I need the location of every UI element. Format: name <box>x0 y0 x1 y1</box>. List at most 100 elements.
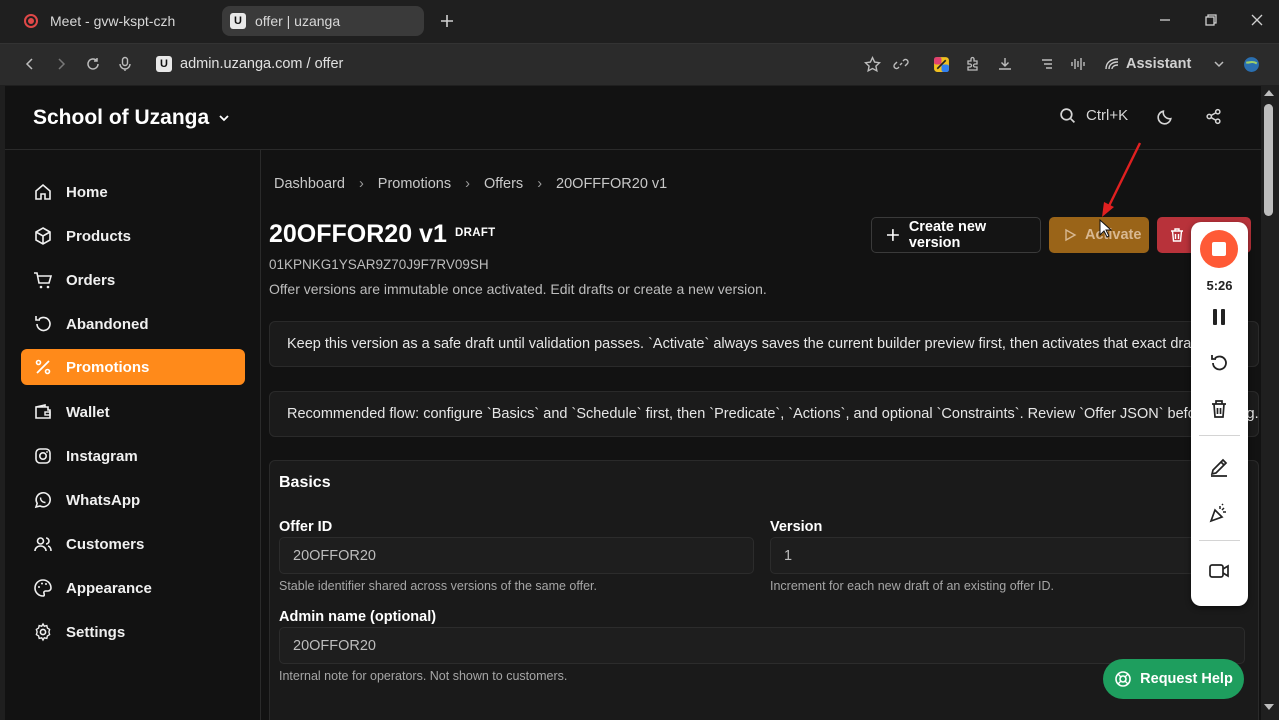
offer-key: 01KPNKG1YSAR9Z70J9F7RV09SH <box>269 257 489 272</box>
offer-id-label: Offer ID <box>279 519 333 535</box>
create-new-version-button[interactable]: Create new version <box>871 217 1041 253</box>
divider <box>1199 435 1240 436</box>
site-favicon-icon: U <box>156 56 172 72</box>
assistant-button[interactable]: Assistant <box>1104 56 1191 72</box>
divider <box>1199 540 1240 541</box>
chevron-right-icon: › <box>358 176 364 192</box>
stop-recording-button[interactable] <box>1200 230 1238 268</box>
sidebar-item-settings[interactable]: Settings <box>21 614 245 650</box>
tab-title: Meet - gvw-kspt-czh <box>50 13 176 29</box>
annotation-arrow-icon <box>1102 142 1142 217</box>
restart-icon[interactable] <box>1208 352 1230 374</box>
restore-window-icon[interactable] <box>1204 13 1218 27</box>
status-badge: DRAFT <box>455 227 496 239</box>
search-shortcut: Ctrl+K <box>1086 107 1129 124</box>
store-switcher[interactable]: School of Uzanga <box>33 106 231 130</box>
store-name: School of Uzanga <box>33 106 210 129</box>
users-icon <box>34 537 52 552</box>
share-icon[interactable] <box>1205 108 1222 125</box>
scrollbar-thumb[interactable] <box>1264 104 1273 216</box>
gear-icon <box>35 622 51 642</box>
basics-title: Basics <box>279 474 331 491</box>
page-title: 20OFFOR20 v1 <box>269 220 447 248</box>
pause-icon[interactable] <box>1208 306 1230 328</box>
pen-icon[interactable] <box>1208 456 1230 478</box>
admin-app: School of Uzanga Ctrl+K Home Products Or… <box>5 86 1261 720</box>
cart-icon <box>34 272 53 289</box>
browser-tab-offer[interactable]: U offer | uzanga <box>222 6 424 36</box>
tab-title: offer | uzanga <box>255 13 341 29</box>
draft-info-note: Keep this version as a safe draft until … <box>269 321 1259 367</box>
sidebar-item-home[interactable]: Home <box>21 174 245 210</box>
breadcrumb-dashboard[interactable]: Dashboard <box>274 176 345 192</box>
breadcrumb: Dashboard › Promotions › Offers › 20OFFF… <box>274 176 667 192</box>
sidebar-item-abandoned[interactable]: Abandoned <box>21 306 245 342</box>
audio-wave-icon[interactable] <box>1070 56 1086 72</box>
sidebar-item-whatsapp[interactable]: WhatsApp <box>21 482 245 518</box>
color-picker-extension-icon[interactable] <box>933 56 950 73</box>
breadcrumb-promotions[interactable]: Promotions <box>378 176 451 192</box>
minimize-icon[interactable] <box>1158 13 1172 27</box>
offer-id-help: Stable identifier shared across versions… <box>279 579 597 593</box>
uzanga-favicon-icon: U <box>230 13 246 29</box>
search-icon <box>1060 108 1076 124</box>
admin-name-help: Internal note for operators. Not shown t… <box>279 669 568 683</box>
home-icon <box>35 183 51 200</box>
download-icon[interactable] <box>997 56 1013 72</box>
recording-icon <box>24 14 38 28</box>
percent-icon <box>35 359 51 375</box>
search-button[interactable]: Ctrl+K <box>1059 107 1128 124</box>
forward-icon[interactable] <box>53 56 69 72</box>
chevron-down-icon[interactable] <box>1211 56 1227 72</box>
sidebar-item-appearance[interactable]: Appearance <box>21 570 245 606</box>
page-subtitle: Offer versions are immutable once activa… <box>269 281 767 297</box>
sidebar-item-promotions[interactable]: Promotions <box>21 349 245 385</box>
request-help-button[interactable]: Request Help <box>1103 659 1244 699</box>
trash-icon[interactable] <box>1208 398 1230 420</box>
reload-icon[interactable] <box>85 56 101 72</box>
mouse-cursor-icon <box>1099 219 1113 238</box>
version-input[interactable]: 1 <box>770 537 1245 574</box>
page-scrollbar[interactable] <box>1261 86 1279 720</box>
back-icon[interactable] <box>22 56 38 72</box>
browser-tab-strip: Meet - gvw-kspt-czh U offer | uzanga <box>0 0 1279 43</box>
extensions-icon[interactable] <box>965 56 981 72</box>
offer-id-input[interactable]: 20OFFOR20 <box>279 537 754 574</box>
close-window-icon[interactable] <box>1250 13 1264 27</box>
recording-timer: 5:26 <box>1206 278 1233 293</box>
sidebar-item-orders[interactable]: Orders <box>21 262 245 298</box>
chevron-right-icon: › <box>465 176 470 192</box>
sidebar-item-customers[interactable]: Customers <box>21 526 245 562</box>
breadcrumb-offers[interactable]: Offers <box>484 176 523 192</box>
wallet-icon <box>35 404 51 419</box>
play-icon <box>1065 228 1077 242</box>
palette-icon <box>34 579 52 597</box>
sidebar-item-products[interactable]: Products <box>21 218 245 254</box>
scroll-down-icon[interactable] <box>1263 702 1275 712</box>
whatsapp-icon <box>34 491 51 509</box>
recommended-flow-note: Recommended flow: configure `Basics` and… <box>269 391 1259 437</box>
moon-icon[interactable] <box>1157 108 1174 125</box>
bookmark-star-icon[interactable] <box>864 56 881 73</box>
camera-icon[interactable] <box>1208 560 1230 582</box>
new-tab-icon[interactable] <box>437 11 457 31</box>
sidebar-item-wallet[interactable]: Wallet <box>21 394 245 430</box>
address-bar[interactable]: U admin.uzanga.com / offer <box>156 56 343 72</box>
sidebar-item-instagram[interactable]: Instagram <box>21 438 245 474</box>
link-icon[interactable] <box>893 56 909 72</box>
breadcrumb-current: 20OFFFOR20 v1 <box>556 176 668 192</box>
confetti-icon[interactable] <box>1208 502 1230 524</box>
microphone-icon[interactable] <box>117 56 133 72</box>
browser-toolbar: U admin.uzanga.com / offer Assistant <box>0 43 1279 85</box>
chevron-down-icon <box>219 115 229 122</box>
instagram-icon <box>35 448 51 464</box>
admin-name-input[interactable]: 20OFFOR20 <box>279 627 1245 664</box>
browser-tab-meet[interactable]: Meet - gvw-kspt-czh <box>14 6 214 36</box>
scroll-up-icon[interactable] <box>1263 88 1275 98</box>
profile-avatar-icon[interactable] <box>1243 56 1260 73</box>
app-header: School of Uzanga Ctrl+K <box>5 86 1261 150</box>
restore-icon <box>35 316 51 332</box>
reading-list-icon[interactable] <box>1039 56 1055 72</box>
version-help: Increment for each new draft of an exist… <box>770 579 1054 593</box>
lifebuoy-icon <box>1115 671 1131 687</box>
